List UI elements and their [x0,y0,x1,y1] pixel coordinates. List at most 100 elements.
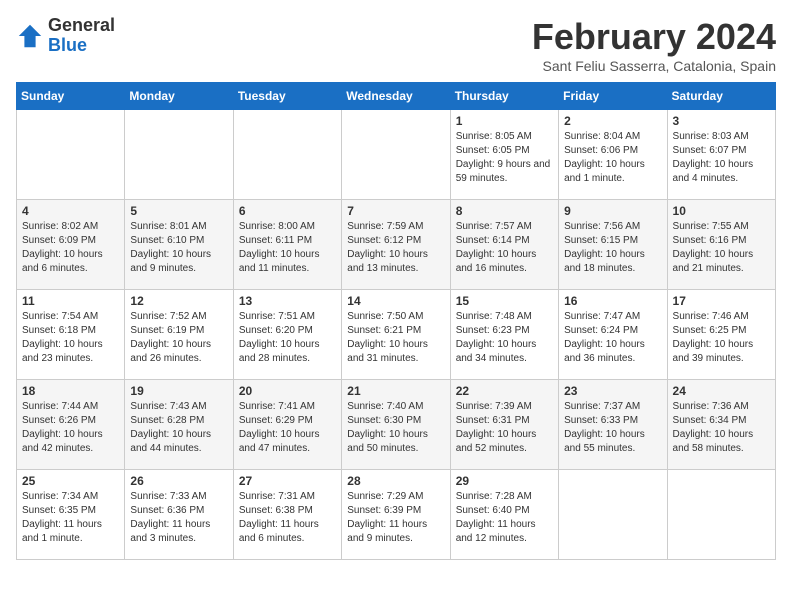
day-info: Sunrise: 7:55 AM Sunset: 6:16 PM Dayligh… [673,220,770,276]
day-number: 20 [239,384,336,398]
day-cell: 1 Sunrise: 8:05 AM Sunset: 6:05 PM Daylig… [450,110,558,200]
day-number: 27 [239,474,336,488]
header-sunday: Sunday [17,83,125,110]
day-number: 4 [22,204,119,218]
day-cell: 12 Sunrise: 7:52 AM Sunset: 6:19 PM Dayli… [125,290,233,380]
day-number: 5 [130,204,227,218]
day-info: Sunrise: 7:28 AM Sunset: 6:40 PM Dayligh… [456,490,553,546]
page-header: General Blue February 2024 Sant Feliu Sa… [16,16,776,74]
day-info: Sunrise: 7:39 AM Sunset: 6:31 PM Dayligh… [456,400,553,456]
day-info: Sunrise: 8:03 AM Sunset: 6:07 PM Dayligh… [673,130,770,186]
header-friday: Friday [559,83,667,110]
day-cell [17,110,125,200]
day-cell: 2 Sunrise: 8:04 AM Sunset: 6:06 PM Daylig… [559,110,667,200]
day-cell: 19Sunrise: 7:43 AM Sunset: 6:28 PM Dayli… [125,380,233,470]
header-row: SundayMondayTuesdayWednesdayThursdayFrid… [17,83,776,110]
title-area: February 2024 Sant Feliu Sasserra, Catal… [532,16,776,74]
day-info: Sunrise: 7:52 AM Sunset: 6:19 PM Dayligh… [130,310,227,366]
day-info: Sunrise: 8:01 AM Sunset: 6:10 PM Dayligh… [130,220,227,276]
day-cell: 16 Sunrise: 7:47 AM Sunset: 6:24 PM Dayli… [559,290,667,380]
logo: General Blue [16,16,115,56]
calendar-body: 1 Sunrise: 8:05 AM Sunset: 6:05 PM Daylig… [17,110,776,560]
day-info: Sunrise: 7:57 AM Sunset: 6:14 PM Dayligh… [456,220,553,276]
day-number: 11 [22,294,119,308]
day-number: 9 [564,204,661,218]
header-saturday: Saturday [667,83,775,110]
day-info: Sunrise: 7:43 AM Sunset: 6:28 PM Dayligh… [130,400,227,456]
day-cell: 18 Sunrise: 7:44 AM Sunset: 6:26 PM Dayli… [17,380,125,470]
day-cell [559,470,667,560]
day-cell: 28 Sunrise: 7:29 AM Sunset: 6:39 PM Dayli… [342,470,450,560]
day-cell: 21 Sunrise: 7:40 AM Sunset: 6:30 PM Dayli… [342,380,450,470]
month-title: February 2024 [532,16,776,58]
day-cell: 9Sunrise: 7:56 AM Sunset: 6:15 PM Daylig… [559,200,667,290]
day-info: Sunrise: 7:34 AM Sunset: 6:35 PM Dayligh… [22,490,119,546]
day-number: 15 [456,294,553,308]
day-cell: 3 Sunrise: 8:03 AM Sunset: 6:07 PM Daylig… [667,110,775,200]
header-wednesday: Wednesday [342,83,450,110]
day-cell [233,110,341,200]
day-number: 3 [673,114,770,128]
day-cell: 13 Sunrise: 7:51 AM Sunset: 6:20 PM Dayli… [233,290,341,380]
day-number: 25 [22,474,119,488]
day-info: Sunrise: 7:29 AM Sunset: 6:39 PM Dayligh… [347,490,444,546]
day-number: 26 [130,474,227,488]
day-info: Sunrise: 7:36 AM Sunset: 6:34 PM Dayligh… [673,400,770,456]
day-info: Sunrise: 7:40 AM Sunset: 6:30 PM Dayligh… [347,400,444,456]
day-number: 12 [130,294,227,308]
day-cell [667,470,775,560]
logo-blue: Blue [48,36,115,56]
day-info: Sunrise: 7:37 AM Sunset: 6:33 PM Dayligh… [564,400,661,456]
header-thursday: Thursday [450,83,558,110]
day-cell: 11 Sunrise: 7:54 AM Sunset: 6:18 PM Dayli… [17,290,125,380]
logo-icon [16,22,44,50]
calendar-header: SundayMondayTuesdayWednesdayThursdayFrid… [17,83,776,110]
day-cell: 20 Sunrise: 7:41 AM Sunset: 6:29 PM Dayli… [233,380,341,470]
day-cell: 29 Sunrise: 7:28 AM Sunset: 6:40 PM Dayli… [450,470,558,560]
day-number: 17 [673,294,770,308]
day-info: Sunrise: 8:02 AM Sunset: 6:09 PM Dayligh… [22,220,119,276]
day-info: Sunrise: 7:31 AM Sunset: 6:38 PM Dayligh… [239,490,336,546]
day-info: Sunrise: 7:33 AM Sunset: 6:36 PM Dayligh… [130,490,227,546]
day-number: 18 [22,384,119,398]
day-info: Sunrise: 7:46 AM Sunset: 6:25 PM Dayligh… [673,310,770,366]
day-info: Sunrise: 8:00 AM Sunset: 6:11 PM Dayligh… [239,220,336,276]
day-number: 22 [456,384,553,398]
day-cell: 24Sunrise: 7:36 AM Sunset: 6:34 PM Dayli… [667,380,775,470]
day-number: 7 [347,204,444,218]
day-number: 1 [456,114,553,128]
location: Sant Feliu Sasserra, Catalonia, Spain [532,58,776,74]
day-number: 2 [564,114,661,128]
day-number: 29 [456,474,553,488]
day-cell: 25 Sunrise: 7:34 AM Sunset: 6:35 PM Dayli… [17,470,125,560]
header-monday: Monday [125,83,233,110]
day-number: 16 [564,294,661,308]
day-cell: 6Sunrise: 8:00 AM Sunset: 6:11 PM Daylig… [233,200,341,290]
day-info: Sunrise: 7:54 AM Sunset: 6:18 PM Dayligh… [22,310,119,366]
day-cell [342,110,450,200]
day-cell: 10 Sunrise: 7:55 AM Sunset: 6:16 PM Dayli… [667,200,775,290]
day-info: Sunrise: 7:44 AM Sunset: 6:26 PM Dayligh… [22,400,119,456]
day-info: Sunrise: 7:41 AM Sunset: 6:29 PM Dayligh… [239,400,336,456]
day-number: 21 [347,384,444,398]
day-info: Sunrise: 7:50 AM Sunset: 6:21 PM Dayligh… [347,310,444,366]
day-number: 28 [347,474,444,488]
logo-general: General [48,16,115,36]
day-cell: 27 Sunrise: 7:31 AM Sunset: 6:38 PM Dayli… [233,470,341,560]
day-cell [125,110,233,200]
day-cell: 5 Sunrise: 8:01 AM Sunset: 6:10 PM Daylig… [125,200,233,290]
day-number: 10 [673,204,770,218]
day-info: Sunrise: 8:05 AM Sunset: 6:05 PM Dayligh… [456,130,553,186]
day-cell: 26 Sunrise: 7:33 AM Sunset: 6:36 PM Dayli… [125,470,233,560]
calendar-table: SundayMondayTuesdayWednesdayThursdayFrid… [16,82,776,560]
day-info: Sunrise: 7:48 AM Sunset: 6:23 PM Dayligh… [456,310,553,366]
day-cell: 15 Sunrise: 7:48 AM Sunset: 6:23 PM Dayli… [450,290,558,380]
day-number: 13 [239,294,336,308]
day-info: Sunrise: 8:04 AM Sunset: 6:06 PM Dayligh… [564,130,661,186]
day-number: 8 [456,204,553,218]
day-cell: 23 Sunrise: 7:37 AM Sunset: 6:33 PM Dayli… [559,380,667,470]
day-info: Sunrise: 7:51 AM Sunset: 6:20 PM Dayligh… [239,310,336,366]
day-info: Sunrise: 7:47 AM Sunset: 6:24 PM Dayligh… [564,310,661,366]
day-number: 23 [564,384,661,398]
day-info: Sunrise: 7:59 AM Sunset: 6:12 PM Dayligh… [347,220,444,276]
